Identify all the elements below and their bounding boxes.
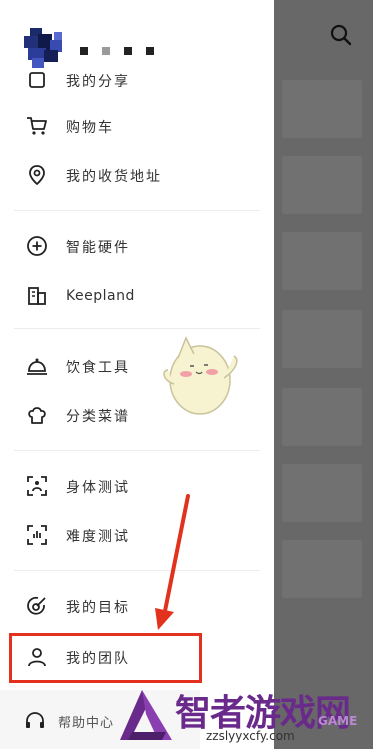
watermark-brand: GAME	[318, 714, 358, 728]
background-card	[282, 388, 362, 446]
watermark-url: zzslyyxcfy.com	[206, 729, 295, 743]
divider	[14, 450, 260, 451]
building-icon	[28, 287, 46, 305]
location-pin-icon	[29, 165, 45, 186]
help-center-label: 帮助中心	[58, 716, 115, 731]
menu-item-label: 智能硬件	[66, 240, 130, 256]
menu-item-label: 身体测试	[66, 480, 130, 496]
divider	[14, 570, 260, 571]
menu-item-address[interactable]: 我的收货地址	[0, 153, 274, 199]
menu-item-difficulty-test[interactable]: 难度测试	[0, 513, 274, 559]
menu-item-label: 购物车	[66, 120, 114, 136]
search-icon[interactable]	[330, 24, 352, 46]
username-masked[interactable]	[80, 40, 168, 55]
plus-circle-icon	[27, 236, 47, 256]
menu-item-label: 分类菜谱	[66, 409, 130, 425]
background-card	[282, 464, 362, 522]
body-scan-icon	[27, 476, 47, 496]
highlight-box	[9, 633, 202, 683]
divider	[14, 328, 260, 329]
cloche-icon	[27, 358, 47, 375]
menu-item-label: 我的目标	[66, 600, 130, 616]
headset-icon	[26, 712, 44, 728]
background-card	[282, 540, 362, 598]
menu-item-keepland[interactable]: Keepland	[0, 273, 274, 319]
divider	[14, 210, 260, 211]
menu-item-label: 难度测试	[66, 529, 130, 545]
menu-item-label: 饮食工具	[66, 360, 130, 376]
share-icon	[29, 72, 45, 88]
menu-item-shopping-cart[interactable]: 购物车	[0, 104, 274, 150]
background-card	[282, 80, 362, 138]
shopping-cart-icon	[27, 117, 47, 135]
menu-item-label: 我的分享	[66, 74, 130, 90]
background-card	[282, 310, 362, 368]
menu-item-label: 我的收货地址	[66, 169, 162, 185]
chef-hat-icon	[28, 407, 46, 424]
difficulty-scan-icon	[27, 525, 47, 545]
watermark-logo	[120, 690, 172, 740]
side-drawer: 我的分享 购物车 我的收货地址 智能硬件 Keepland 饮食工具 分类菜谱 …	[0, 0, 274, 749]
drawer-header	[0, 0, 274, 70]
background-card	[282, 156, 362, 214]
background-card	[282, 232, 362, 290]
menu-item-my-goals[interactable]: 我的目标	[0, 584, 274, 630]
target-icon	[27, 596, 46, 615]
menu-item-label: Keepland	[66, 288, 135, 304]
menu-item-smart-hardware[interactable]: 智能硬件	[0, 224, 274, 270]
menu-item-body-test[interactable]: 身体测试	[0, 464, 274, 510]
avatar[interactable]	[24, 28, 66, 68]
mascot-image	[163, 336, 238, 415]
